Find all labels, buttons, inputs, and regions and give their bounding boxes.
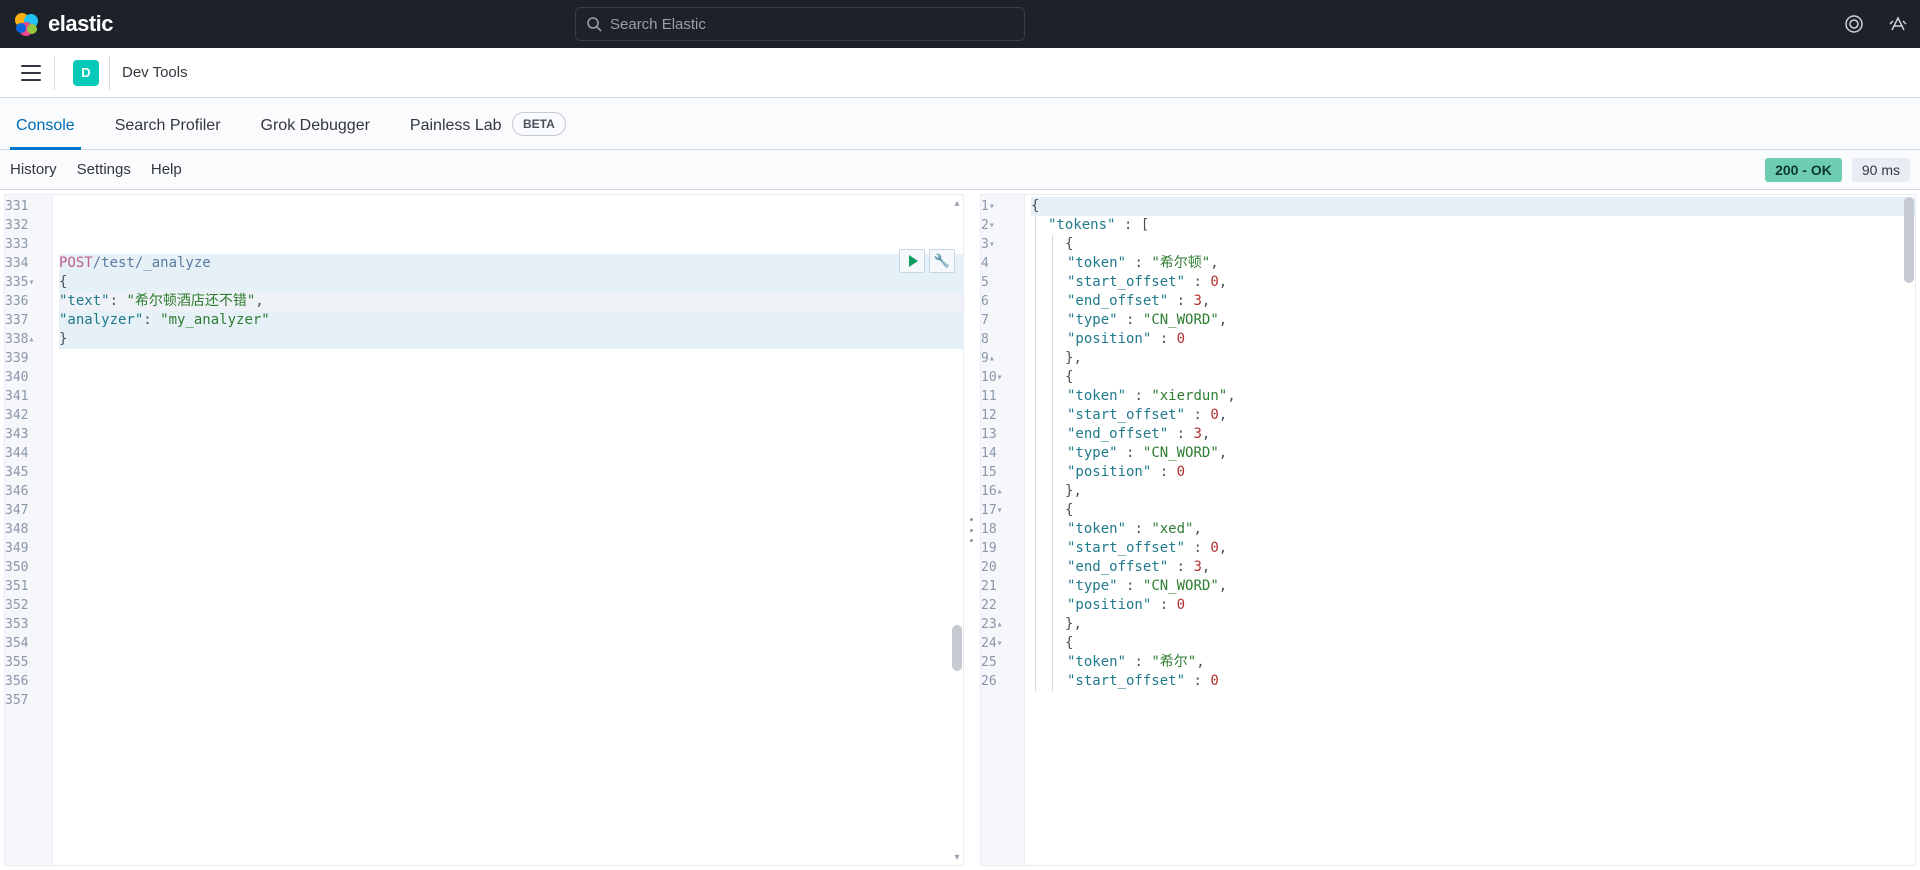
app-header: D Dev Tools	[0, 48, 1920, 98]
request-code[interactable]: POST /test/_analyze{ "text": "希尔顿酒店还不错",…	[53, 195, 963, 865]
send-request-button[interactable]	[899, 249, 925, 273]
brand-name: elastic	[48, 11, 113, 37]
settings-link[interactable]: Settings	[77, 161, 131, 178]
request-scrollbar-thumb[interactable]	[952, 625, 962, 671]
elastic-logo-icon	[12, 10, 40, 38]
beta-badge: BETA	[512, 112, 566, 136]
pane-resize-handle[interactable]	[968, 190, 976, 870]
response-scrollbar-thumb[interactable]	[1904, 197, 1914, 283]
space-selector[interactable]: D	[73, 60, 99, 86]
request-gutter: 331 332 333 334 335 ▾336 337 338 ▴339 34…	[5, 195, 53, 865]
tab-painless-lab[interactable]: Painless Lab BETA	[404, 117, 572, 149]
wrench-icon: 🔧	[934, 253, 950, 269]
tab-search-profiler[interactable]: Search Profiler	[109, 117, 227, 149]
divider	[109, 56, 110, 90]
status-badge: 200 - OK	[1765, 158, 1842, 182]
global-search-input[interactable]	[610, 16, 1014, 33]
space-letter: D	[81, 65, 90, 80]
request-options-button[interactable]: 🔧	[929, 249, 955, 273]
request-editor[interactable]: 331 332 333 334 335 ▾336 337 338 ▴339 34…	[4, 194, 964, 866]
scroll-up-icon[interactable]: ▴	[952, 197, 962, 209]
console-toolbar: History Settings Help 200 - OK 90 ms	[0, 150, 1920, 190]
help-link[interactable]: Help	[151, 161, 182, 178]
global-header: elastic	[0, 0, 1920, 48]
scroll-down-icon[interactable]: ▾	[952, 851, 962, 863]
nav-menu-button[interactable]	[21, 65, 41, 81]
brand-logo[interactable]: elastic	[12, 10, 113, 38]
divider	[54, 56, 55, 90]
editor-panes: 331 332 333 334 335 ▾336 337 338 ▴339 34…	[0, 190, 1920, 870]
tabs-bar: Console Search Profiler Grok Debugger Pa…	[0, 98, 1920, 150]
setup-guide-icon[interactable]	[1888, 14, 1908, 34]
response-editor[interactable]: 1 ▾2 ▾3 ▾4 5 6 7 8 9 ▴10 ▾11 12 13 14 15…	[980, 194, 1916, 866]
newsfeed-icon[interactable]	[1844, 14, 1864, 34]
play-icon	[909, 255, 918, 267]
response-time-badge: 90 ms	[1852, 158, 1910, 182]
response-gutter: 1 ▾2 ▾3 ▾4 5 6 7 8 9 ▴10 ▾11 12 13 14 15…	[981, 195, 1025, 865]
global-search[interactable]	[575, 7, 1025, 41]
tab-grok-debugger[interactable]: Grok Debugger	[255, 117, 376, 149]
search-icon	[586, 16, 602, 32]
history-link[interactable]: History	[10, 161, 57, 178]
response-code[interactable]: {"tokens" : [{"token" : "希尔顿","start_off…	[1025, 195, 1915, 865]
breadcrumb[interactable]: Dev Tools	[122, 64, 188, 81]
tab-console[interactable]: Console	[10, 117, 81, 149]
